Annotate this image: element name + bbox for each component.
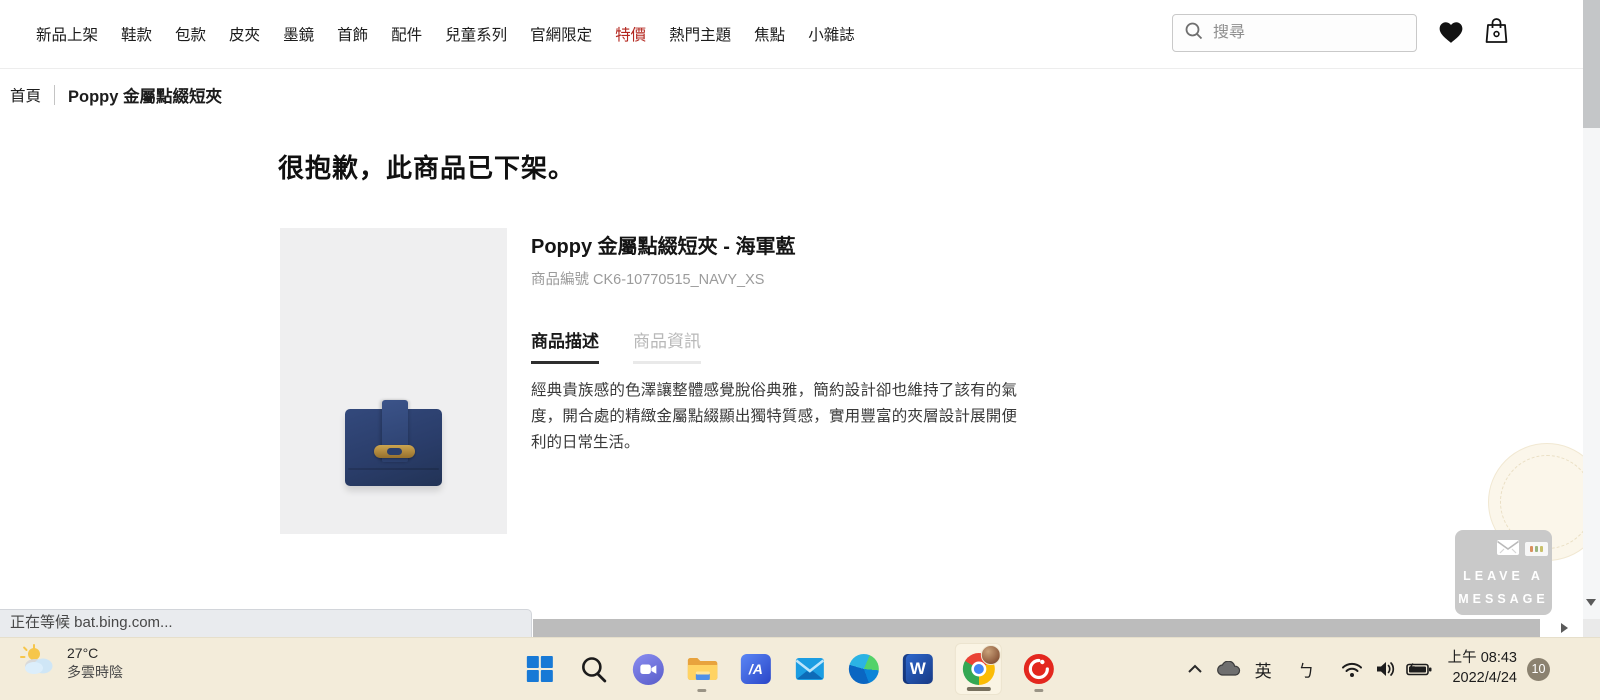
search-box[interactable]	[1172, 14, 1417, 52]
mail-icon[interactable]	[793, 643, 827, 695]
windows-taskbar: 27°C 多雲時陰 /A W 英 ㄅ 上午 08:43 2022/4/24 10	[0, 637, 1600, 700]
weather-condition: 多雲時陰	[67, 663, 123, 680]
tab-product-info[interactable]: 商品資訊	[633, 327, 701, 364]
chrome-icon-active[interactable]	[954, 643, 1002, 695]
blue-a-app-icon[interactable]: /A	[739, 643, 773, 695]
notification-count-badge[interactable]: 10	[1527, 657, 1550, 681]
vertical-scrollbar[interactable]	[1583, 0, 1600, 619]
gold-buckle	[374, 445, 415, 458]
nav-item-bags[interactable]: 包款	[175, 23, 206, 45]
input-language-indicator[interactable]: 英	[1255, 657, 1272, 682]
word-icon[interactable]: W	[901, 643, 935, 695]
envelope-icon	[1496, 539, 1520, 561]
nav-item-magazine[interactable]: 小雜誌	[808, 23, 855, 45]
teams-chat-icon[interactable]	[631, 643, 665, 695]
system-tray: 英 ㄅ 上午 08:43 2022/4/24 10	[1187, 638, 1550, 700]
taskbar-clock[interactable]: 上午 08:43 2022/4/24	[1448, 649, 1517, 688]
product-description-text: 經典貴族感的色澤讓整體感覺脫俗典雅，簡約設計卻也維持了該有的氣度，開合處的精緻金…	[531, 382, 1017, 451]
navy-wallet-illustration	[345, 400, 442, 486]
nav-item-trending[interactable]: 熱門主題	[669, 23, 731, 45]
ime-mode-indicator[interactable]: ㄅ	[1298, 657, 1315, 682]
product-tabs: 商品描述 商品資訊	[531, 327, 701, 364]
breadcrumb-separator	[54, 85, 56, 105]
battery-charging-icon[interactable]	[1405, 662, 1432, 677]
nav-item-sale[interactable]: 特價	[615, 23, 646, 45]
onedrive-cloud-icon[interactable]	[1216, 661, 1241, 677]
breadcrumb: 首頁 Poppy 金屬點綴短夾	[10, 83, 222, 107]
nav-item-online-exclusive[interactable]: 官網限定	[530, 23, 592, 45]
chrome-profile-avatar	[980, 645, 1001, 665]
breadcrumb-home-link[interactable]: 首頁	[10, 84, 41, 106]
unavailable-product-heading: 很抱歉，此商品已下架。	[278, 153, 576, 183]
clock-date: 2022/4/24	[1452, 670, 1517, 686]
product-sku: 商品編號 CK6-10770515_NAVY_XS	[531, 272, 765, 288]
volume-icon[interactable]	[1375, 660, 1396, 678]
product-image	[280, 228, 507, 534]
site-header: 新品上架 鞋款 包款 皮夾 墨鏡 首飾 配件 兒童系列 官網限定 特價 熱門主題…	[0, 0, 1583, 69]
chat-widget-label-line1: LEAVE A	[1463, 569, 1544, 583]
taskbar-weather-widget[interactable]: 27°C 多雲時陰	[20, 644, 123, 681]
taskbar-search-icon[interactable]	[577, 643, 611, 695]
search-input[interactable]	[1213, 24, 1393, 42]
scroll-right-arrow-icon[interactable]	[1561, 623, 1568, 633]
scrollbar-corner	[1583, 619, 1600, 637]
nav-item-wallets[interactable]: 皮夾	[229, 23, 260, 45]
main-nav: 新品上架 鞋款 包款 皮夾 墨鏡 首飾 配件 兒童系列 官網限定 特價 熱門主題…	[36, 0, 855, 68]
horizontal-scrollbar-thumb[interactable]	[533, 619, 1540, 637]
nav-item-sunglasses[interactable]: 墨鏡	[283, 23, 314, 45]
search-icon	[1184, 21, 1204, 46]
nav-item-spotlight[interactable]: 焦點	[754, 23, 785, 45]
nav-item-kids[interactable]: 兒童系列	[445, 23, 507, 45]
product-title: Poppy 金屬點綴短夾 - 海軍藍	[531, 236, 796, 258]
weather-temperature: 27°C	[67, 645, 99, 662]
nav-item-accessories[interactable]: 配件	[391, 23, 422, 45]
wishlist-heart-icon[interactable]	[1438, 20, 1464, 49]
shopping-bag-icon[interactable]	[1483, 16, 1510, 51]
page: 新品上架 鞋款 包款 皮夾 墨鏡 首飾 配件 兒童系列 官網限定 特價 熱門主題…	[0, 0, 1600, 700]
chat-widget-logo	[1525, 542, 1548, 556]
browser-status-bar: 正在等候 bat.bing.com...	[0, 609, 532, 637]
nav-item-jewelry[interactable]: 首飾	[337, 23, 368, 45]
vertical-scrollbar-thumb[interactable]	[1583, 0, 1600, 128]
trend-micro-icon[interactable]	[1022, 643, 1056, 695]
scroll-down-arrow-icon[interactable]	[1586, 599, 1596, 606]
clock-time: 上午 08:43	[1447, 650, 1517, 667]
partly-cloudy-icon	[20, 644, 58, 681]
chrome-running-indicator	[966, 687, 991, 691]
chevron-up-icon[interactable]	[1187, 664, 1203, 674]
file-explorer-icon[interactable]	[685, 643, 719, 695]
breadcrumb-current-page: Poppy 金屬點綴短夾	[68, 88, 223, 106]
leave-a-message-widget[interactable]: LEAVE A MESSAGE	[1455, 530, 1552, 615]
tab-product-description[interactable]: 商品描述	[531, 327, 599, 364]
taskbar-app-icons: /A W	[523, 638, 1056, 700]
chat-widget-label-line2: MESSAGE	[1458, 592, 1549, 606]
nav-item-new-arrivals[interactable]: 新品上架	[36, 23, 98, 45]
nav-item-shoes[interactable]: 鞋款	[121, 23, 152, 45]
wifi-icon[interactable]	[1341, 661, 1363, 678]
start-button[interactable]	[523, 643, 557, 695]
edge-icon[interactable]	[847, 643, 881, 695]
